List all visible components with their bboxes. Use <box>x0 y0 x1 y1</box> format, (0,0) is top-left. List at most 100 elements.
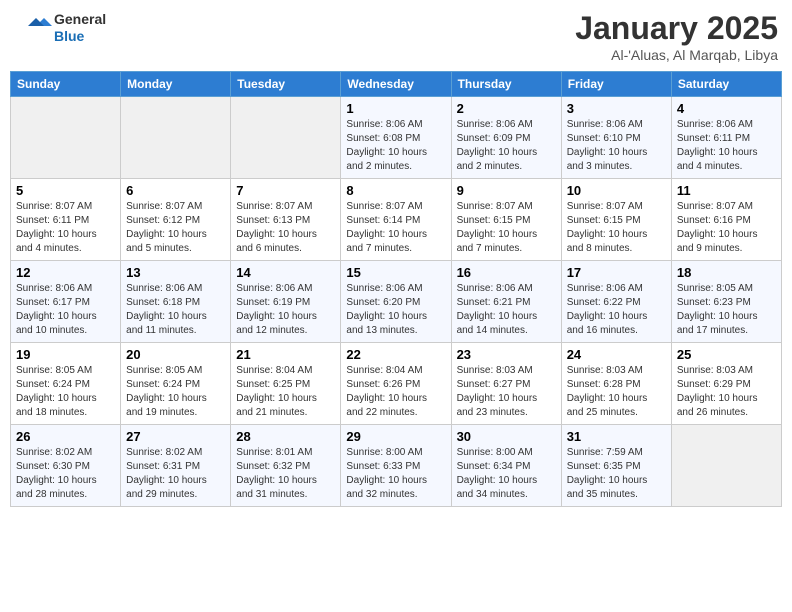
calendar-cell: 21Sunrise: 8:04 AMSunset: 6:25 PMDayligh… <box>231 343 341 425</box>
day-number: 2 <box>457 101 556 116</box>
sunset-text: Sunset: 6:20 PM <box>346 297 420 308</box>
calendar-week-2: 5Sunrise: 8:07 AMSunset: 6:11 PMDaylight… <box>11 179 782 261</box>
daylight-text: Daylight: 10 hours and 8 minutes. <box>567 229 648 254</box>
daylight-text: Daylight: 10 hours and 5 minutes. <box>126 229 207 254</box>
sunrise-text: Sunrise: 8:01 AM <box>236 447 312 458</box>
location-subtitle: Al-'Aluas, Al Marqab, Libya <box>575 47 778 63</box>
calendar-cell: 5Sunrise: 8:07 AMSunset: 6:11 PMDaylight… <box>11 179 121 261</box>
sunrise-text: Sunrise: 8:03 AM <box>677 365 753 376</box>
day-info: Sunrise: 8:02 AM Sunset: 6:30 PM Daylight:… <box>16 446 115 502</box>
daylight-text: Daylight: 10 hours and 3 minutes. <box>567 147 648 172</box>
daylight-text: Daylight: 10 hours and 19 minutes. <box>126 393 207 418</box>
calendar-cell: 22Sunrise: 8:04 AMSunset: 6:26 PMDayligh… <box>341 343 451 425</box>
day-number: 13 <box>126 265 225 280</box>
daylight-text: Daylight: 10 hours and 22 minutes. <box>346 393 427 418</box>
sunrise-text: Sunrise: 8:06 AM <box>236 283 312 294</box>
daylight-text: Daylight: 10 hours and 18 minutes. <box>16 393 97 418</box>
sunrise-text: Sunrise: 8:07 AM <box>126 201 202 212</box>
day-number: 29 <box>346 429 445 444</box>
day-info: Sunrise: 8:06 AMSunset: 6:22 PMDaylight:… <box>567 282 666 338</box>
calendar-cell: 2 Sunrise: 8:06 AMSunset: 6:09 PMDaylight… <box>451 97 561 179</box>
calendar-table: Sunday Monday Tuesday Wednesday Thursday… <box>10 71 782 507</box>
day-info: Sunrise: 8:07 AMSunset: 6:14 PMDaylight:… <box>346 200 445 256</box>
weekday-row: Sunday Monday Tuesday Wednesday Thursday… <box>11 72 782 97</box>
calendar-cell: 17 Sunrise: 8:06 AMSunset: 6:22 PMDayligh… <box>561 261 671 343</box>
day-number: 18 <box>677 265 776 280</box>
calendar-cell: 9Sunrise: 8:07 AMSunset: 6:15 PMDaylight… <box>451 179 561 261</box>
day-number: 5 <box>16 183 115 198</box>
day-info: Sunrise: 8:00 AMSunset: 6:33 PMDaylight:… <box>346 446 445 502</box>
day-number: 7 <box>236 183 335 198</box>
day-number: 19 <box>16 347 115 362</box>
day-info: Sunrise: 8:06 AMSunset: 6:09 PMDaylight:… <box>457 118 556 174</box>
calendar-cell: 10Sunrise: 8:07 AMSunset: 6:15 PMDayligh… <box>561 179 671 261</box>
calendar-cell <box>121 97 231 179</box>
daylight-text: Daylight: 10 hours and 16 minutes. <box>567 311 648 336</box>
calendar-cell: 1Sunrise: 8:06 AMSunset: 6:08 PMDaylight… <box>341 97 451 179</box>
day-info: Sunrise: 8:06 AMSunset: 6:11 PMDaylight:… <box>677 118 776 174</box>
logo-blue: Blue <box>54 28 106 45</box>
daylight-text: Daylight: 10 hours and 7 minutes. <box>457 229 538 254</box>
day-number: 28 <box>236 429 335 444</box>
sunset-text: Sunset: 6:33 PM <box>346 461 420 472</box>
day-number: 21 <box>236 347 335 362</box>
calendar-cell: 15Sunrise: 8:06 AMSunset: 6:20 PMDayligh… <box>341 261 451 343</box>
logo-text: General Blue <box>54 11 106 45</box>
day-info: Sunrise: 8:03 AMSunset: 6:28 PMDaylight:… <box>567 364 666 420</box>
sunrise-text: Sunrise: 8:03 AM <box>567 365 643 376</box>
calendar-cell: 28Sunrise: 8:01 AMSunset: 6:32 PMDayligh… <box>231 425 341 507</box>
calendar-cell: 24 Sunrise: 8:03 AMSunset: 6:28 PMDayligh… <box>561 343 671 425</box>
daylight-text: Daylight: 10 hours and 2 minutes. <box>457 147 538 172</box>
day-info: Sunrise: 8:06 AM Sunset: 6:20 PM Daylight:… <box>346 282 445 338</box>
calendar-cell: 18 Sunrise: 8:05 AMSunset: 6:23 PMDayligh… <box>671 261 781 343</box>
sunset-text: Sunset: 6:19 PM <box>236 297 310 308</box>
calendar-cell: 23Sunrise: 8:03 AMSunset: 6:27 PMDayligh… <box>451 343 561 425</box>
sunrise-text: Sunrise: 8:07 AM <box>677 201 753 212</box>
day-number: 24 <box>567 347 666 362</box>
sunrise-text: Sunrise: 8:06 AM <box>677 119 753 130</box>
sunset-text: Sunset: 6:16 PM <box>677 215 751 226</box>
sunrise-text: Sunrise: 8:07 AM <box>457 201 533 212</box>
day-number: 12 <box>16 265 115 280</box>
sunset-text: Sunset: 6:11 PM <box>677 133 750 144</box>
sunset-text: Sunset: 6:17 PM <box>16 297 90 308</box>
daylight-text: Daylight: 10 hours and 31 minutes. <box>236 475 317 500</box>
day-info: Sunrise: 8:06 AMSunset: 6:10 PMDaylight:… <box>567 118 666 174</box>
day-number: 9 <box>457 183 556 198</box>
day-info: Sunrise: 8:06 AM Sunset: 6:19 PM Daylight:… <box>236 282 335 338</box>
title-section: January 2025 Al-'Aluas, Al Marqab, Libya <box>575 10 778 63</box>
daylight-text: Daylight: 10 hours and 4 minutes. <box>16 229 97 254</box>
calendar-body: 1Sunrise: 8:06 AMSunset: 6:08 PMDaylight… <box>11 97 782 507</box>
logo: General Blue <box>14 10 106 46</box>
header-thursday: Thursday <box>451 72 561 97</box>
sunrise-text: Sunrise: 8:07 AM <box>567 201 643 212</box>
sunrise-text: Sunrise: 8:07 AM <box>346 201 422 212</box>
sunrise-text: Sunrise: 8:06 AM <box>346 283 422 294</box>
daylight-text: Daylight: 10 hours and 13 minutes. <box>346 311 427 336</box>
sunrise-text: Sunrise: 8:06 AM <box>346 119 422 130</box>
calendar-cell: 6Sunrise: 8:07 AMSunset: 6:12 PMDaylight… <box>121 179 231 261</box>
calendar-cell: 12 Sunrise: 8:06 AMSunset: 6:17 PMDayligh… <box>11 261 121 343</box>
calendar-cell: 13Sunrise: 8:06 AMSunset: 6:18 PMDayligh… <box>121 261 231 343</box>
calendar-cell: 20Sunrise: 8:05 AMSunset: 6:24 PMDayligh… <box>121 343 231 425</box>
day-number: 17 <box>567 265 666 280</box>
day-info: Sunrise: 8:04 AMSunset: 6:26 PMDaylight:… <box>346 364 445 420</box>
sunrise-text: Sunrise: 8:07 AM <box>236 201 312 212</box>
page-header: General Blue January 2025 Al-'Aluas, Al … <box>10 10 782 63</box>
sunrise-text: Sunrise: 8:02 AM <box>16 447 92 458</box>
day-info: Sunrise: 8:05 AMSunset: 6:23 PMDaylight:… <box>677 282 776 338</box>
sunrise-text: Sunrise: 8:06 AM <box>457 283 533 294</box>
calendar-cell: 29 Sunrise: 8:00 AMSunset: 6:33 PMDayligh… <box>341 425 451 507</box>
calendar-cell <box>231 97 341 179</box>
day-info: Sunrise: 8:02 AMSunset: 6:31 PMDaylight:… <box>126 446 225 502</box>
sunrise-text: Sunrise: 8:05 AM <box>16 365 92 376</box>
daylight-text: Daylight: 10 hours and 14 minutes. <box>457 311 538 336</box>
daylight-text: Daylight: 10 hours and 12 minutes. <box>236 311 317 336</box>
sunrise-text: Sunrise: 8:05 AM <box>126 365 202 376</box>
daylight-text: Daylight: 10 hours and 28 minutes. <box>16 475 97 500</box>
sunset-text: Sunset: 6:30 PM <box>16 461 90 472</box>
calendar-cell <box>11 97 121 179</box>
day-info: Sunrise: 8:06 AMSunset: 6:17 PMDaylight:… <box>16 282 115 338</box>
sunset-text: Sunset: 6:08 PM <box>346 133 420 144</box>
daylight-text: Daylight: 10 hours and 26 minutes. <box>677 393 758 418</box>
